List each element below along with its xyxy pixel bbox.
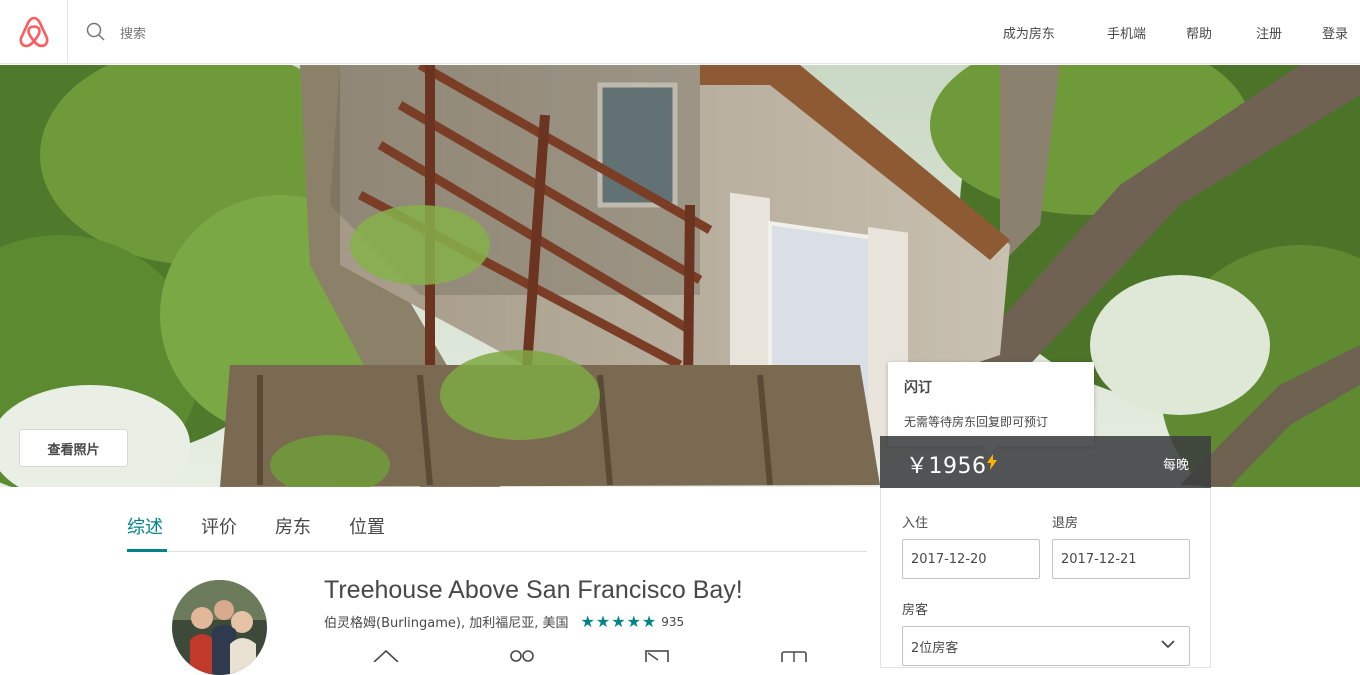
search-bar[interactable]: 搜索 bbox=[86, 18, 146, 46]
per-night-label: 每晚 bbox=[1162, 458, 1189, 473]
guests-icon bbox=[510, 650, 534, 662]
hero-photo[interactable] bbox=[0, 65, 1360, 487]
tooltip-text: 无需等待房东回复即可预订 bbox=[904, 415, 1049, 429]
nav-mobile[interactable]: 手机端 bbox=[1107, 23, 1146, 42]
guests-select[interactable]: 2位房客 bbox=[902, 626, 1190, 666]
guests-label: 房客 bbox=[902, 603, 929, 618]
listing-title: Treehouse Above San Francisco Bay! bbox=[324, 576, 743, 604]
top-header: 搜索 成为房东 手机端 帮助 注册 登录 bbox=[0, 0, 1360, 64]
price-bar: ￥1956 每晚 bbox=[880, 436, 1211, 488]
instant-book-tooltip: 闪订 无需等待房东回复即可预订 bbox=[888, 362, 1094, 454]
treehouse-photo bbox=[0, 65, 1360, 487]
listing-location-row: 伯灵格姆(Burlingame), 加利福尼亚, 美国 ★★★★★ 935 bbox=[324, 612, 684, 631]
tab-location[interactable]: 位置 bbox=[349, 513, 385, 539]
nav-help[interactable]: 帮助 bbox=[1186, 23, 1212, 42]
chevron-down-icon bbox=[1161, 640, 1175, 649]
search-input[interactable]: 搜索 bbox=[120, 23, 146, 42]
checkin-label: 入住 bbox=[902, 516, 929, 531]
home-icon bbox=[373, 649, 399, 662]
checkout-label: 退房 bbox=[1052, 516, 1079, 531]
view-photos-button[interactable]: 查看照片 bbox=[19, 429, 128, 467]
nav-login[interactable]: 登录 bbox=[1322, 23, 1348, 42]
listing-location[interactable]: 伯灵格姆(Burlingame), 加利福尼亚, 美国 bbox=[324, 612, 569, 631]
booking-panel: 入住 退房 2017-12-20 2017-12-21 房客 2位房客 bbox=[880, 488, 1211, 668]
tab-overview[interactable]: 综述 bbox=[127, 513, 163, 539]
guests-value: 2位房客 bbox=[911, 640, 959, 656]
nav-become-host[interactable]: 成为房东 bbox=[1003, 23, 1055, 42]
host-photo bbox=[172, 580, 267, 675]
active-tab-indicator bbox=[127, 549, 167, 552]
tooltip-title: 闪订 bbox=[904, 380, 932, 396]
checkout-date-field[interactable]: 2017-12-21 bbox=[1052, 539, 1190, 579]
airbnb-logo[interactable] bbox=[0, 0, 68, 64]
host-avatar[interactable] bbox=[172, 580, 267, 675]
tab-reviews[interactable]: 评价 bbox=[201, 513, 237, 539]
listing-tabs: 综述 评价 房东 位置 bbox=[127, 510, 867, 552]
tab-host[interactable]: 房东 bbox=[275, 513, 311, 539]
search-icon bbox=[86, 22, 105, 41]
nightly-price: ￥1956 bbox=[906, 454, 987, 479]
lightning-bolt-icon[interactable] bbox=[987, 454, 997, 470]
airbnb-logo-icon bbox=[19, 16, 48, 48]
nav-signup[interactable]: 注册 bbox=[1256, 23, 1282, 42]
checkin-date-field[interactable]: 2017-12-20 bbox=[902, 539, 1040, 579]
rating-stars: ★★★★★ bbox=[580, 612, 658, 631]
door-icon bbox=[645, 650, 669, 662]
bed-icon bbox=[781, 651, 807, 662]
top-nav: 成为房东 手机端 帮助 注册 登录 bbox=[1003, 0, 1360, 64]
review-count[interactable]: 935 bbox=[661, 615, 684, 629]
